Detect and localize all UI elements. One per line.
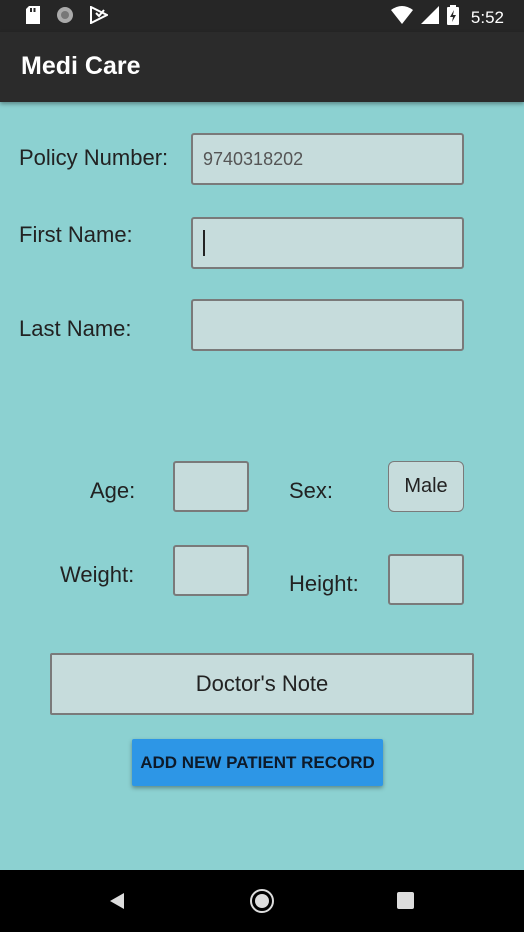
doctors-note-button[interactable]: Doctor's Note xyxy=(50,653,474,715)
recents-icon[interactable] xyxy=(397,892,414,914)
status-bar: 5:52 xyxy=(0,0,524,32)
first-name-input[interactable] xyxy=(191,217,464,269)
sd-card-icon xyxy=(26,6,40,29)
policy-number-label: Policy Number: xyxy=(19,145,169,170)
play-store-icon xyxy=(90,5,110,29)
wifi-icon xyxy=(390,6,413,29)
policy-number-input[interactable] xyxy=(191,133,464,185)
first-name-label: First Name: xyxy=(19,222,133,247)
sync-icon xyxy=(56,6,74,29)
navigation-bar xyxy=(0,870,524,932)
age-input[interactable] xyxy=(173,461,249,512)
app-title: Medi Care xyxy=(21,52,141,80)
text-cursor xyxy=(203,230,205,256)
back-icon[interactable] xyxy=(108,892,126,915)
height-input[interactable] xyxy=(388,554,464,605)
status-time: 5:52 xyxy=(470,7,504,27)
battery-charging-icon xyxy=(446,5,459,30)
weight-input[interactable] xyxy=(173,545,249,596)
age-label: Age: xyxy=(90,478,136,503)
sex-label: Sex: xyxy=(289,478,334,503)
height-label: Height: xyxy=(289,571,359,596)
add-patient-record-button[interactable]: ADD NEW PATIENT RECORD xyxy=(132,739,383,786)
app-bar: Medi Care xyxy=(0,32,524,102)
last-name-input[interactable] xyxy=(191,299,464,351)
weight-label: Weight: xyxy=(60,562,135,587)
last-name-label: Last Name: xyxy=(19,316,132,341)
home-icon[interactable] xyxy=(249,888,275,919)
sex-selector-button[interactable]: Male xyxy=(388,461,464,512)
signal-icon xyxy=(420,6,439,29)
